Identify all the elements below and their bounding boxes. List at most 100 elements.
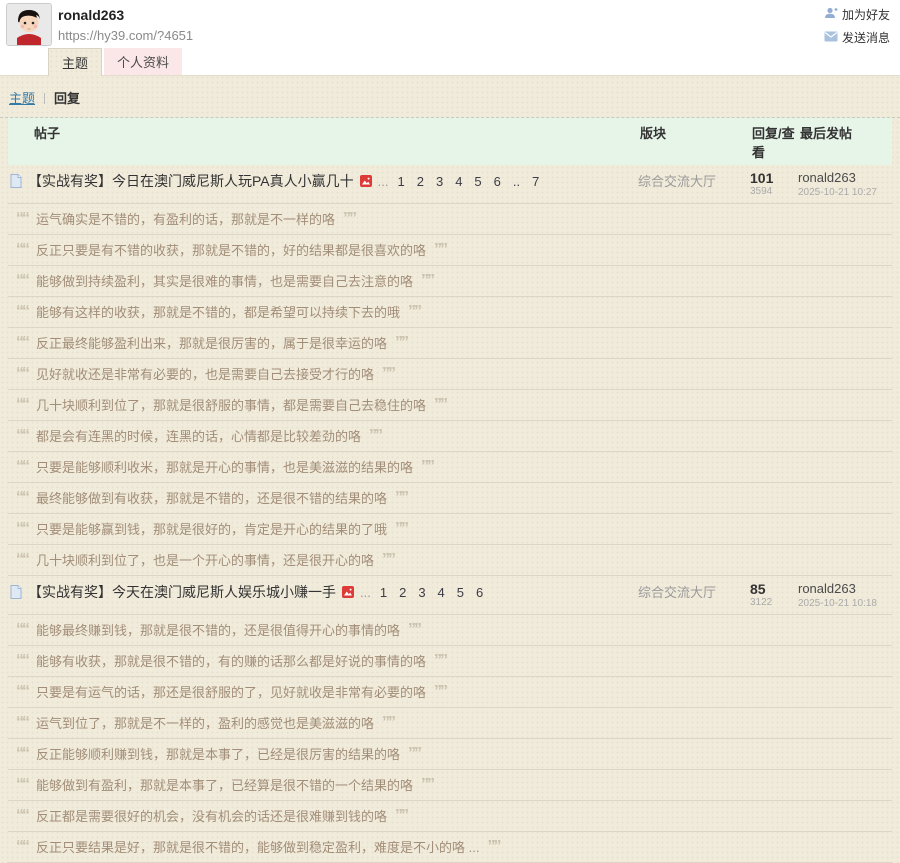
views-count: 3122: [750, 597, 798, 608]
reply-quote-line: ““只要是能够赢到钱，那就是很好的，肯定是开心的结果的了哦””: [10, 519, 892, 538]
user-profile-page: ronald263 https://hy39.com/?4651 加为好友 发送…: [0, 0, 900, 863]
reply-quote-row: ““几十块顺利到位了，那就是很舒服的事情，都是需要自己去稳住的咯””: [8, 390, 892, 421]
page-link[interactable]: 6: [494, 174, 501, 189]
reply-quote-cell: ““运气到位了，那就是不一样的，盈利的感觉也是美滋滋的咯””: [8, 708, 892, 739]
subnav-separator: [44, 93, 45, 104]
page-link[interactable]: 1: [380, 585, 387, 600]
reply-quote-row: ““能够做到有盈利，那就是本事了，已经算是很不错的一个结果的咯””: [8, 770, 892, 801]
reply-quote-text[interactable]: 见好就收还是非常有必要的，也是需要自己去接受才行的咯: [36, 364, 374, 383]
reply-quote-line: ““反正只要是有不错的收获，那就是不错的，好的结果都是很喜欢的咯””: [10, 240, 892, 259]
forum-link[interactable]: 综合交流大厅: [638, 585, 716, 600]
quote-close-mark: ””: [421, 780, 433, 790]
reply-quote-text[interactable]: 反正最终能够盈利出来，那就是很厉害的，属于是很幸运的咯: [36, 333, 387, 352]
quote-close-mark: ””: [434, 245, 446, 255]
page-link[interactable]: 2: [399, 585, 406, 600]
quote-open-mark: ““: [16, 369, 28, 379]
page-link[interactable]: 7: [532, 174, 539, 189]
reply-quote-line: ““反正最终能够盈利出来，那就是很厉害的，属于是很幸运的咯””: [10, 333, 892, 352]
thread-title-line: 【实战有奖】今日在澳门威尼斯人玩PA真人小赢几十...123456..7: [8, 171, 638, 191]
reply-quote-line: ““只要是有运气的话，那还是很舒服的了，见好就收是非常有必要的咯””: [10, 682, 892, 701]
reply-quote-line: ““ 反正都是需要很好的机会，没有机会的话还是很难赚到钱的咯 ””: [10, 806, 892, 825]
quote-open-mark: ““: [16, 625, 28, 635]
reply-quote-text[interactable]: 反正都是需要很好的机会，没有机会的话还是很难赚到钱的咯: [36, 806, 387, 825]
quote-close-mark: ””: [408, 625, 420, 635]
reply-quote-text[interactable]: 几十块顺利到位了，那就是很舒服的事情，都是需要自己去稳住的咯: [36, 395, 426, 414]
reply-quote-cell: ““几十块顺利到位了，也是一个开心的事情，还是很开心的咯””: [8, 545, 892, 576]
reply-quote-text[interactable]: 运气确实是不错的，有盈利的话，那就是不一样的咯: [36, 209, 335, 228]
reply-quote-text[interactable]: 反正能够顺利赚到钱，那就是本事了，已经是很厉害的结果的咯: [36, 744, 400, 763]
reply-quote-line: ““只要是能够顺利收米，那就是开心的事情，也是美滋滋的结果的咯””: [10, 457, 892, 476]
reply-quote-row: ““都是会有连黑的时候，连黑的话，心情都是比较差劲的咯””: [8, 421, 892, 452]
views-count: 3594: [750, 186, 798, 197]
reply-quote-line: ““几十块顺利到位了，那就是很舒服的事情，都是需要自己去稳住的咯””: [10, 395, 892, 414]
thread-title-line: 【实战有奖】今天在澳门威尼斯人娱乐城小赚一手...123456: [8, 582, 638, 602]
profile-tabs: 主题 个人资料: [48, 48, 182, 76]
reply-quote-text[interactable]: 能够做到有盈利，那就是本事了，已经算是很不错的一个结果的咯: [36, 775, 413, 794]
quote-open-mark: ““: [16, 276, 28, 286]
tab-topics[interactable]: 主题: [48, 48, 102, 76]
reply-quote-row: ““运气确实是不错的，有盈利的话，那就是不一样的咯””: [8, 204, 892, 235]
reply-quote-text[interactable]: 能够有这样的收获，那就是不错的，都是希望可以持续下去的哦: [36, 302, 400, 321]
page-link[interactable]: 3: [418, 585, 425, 600]
quote-close-mark: ””: [395, 811, 407, 821]
quote-open-mark: ““: [16, 656, 28, 666]
subnav-topics-link[interactable]: 主题: [9, 91, 35, 106]
reply-quote-line: ““ 能够最终赚到钱，那就是很不错的，还是很值得开心的事情的咯 ””: [10, 620, 892, 639]
last-poster-name[interactable]: ronald263: [798, 171, 892, 185]
last-post-cell: ronald2632025-10-21 10:27: [798, 165, 892, 204]
page-link[interactable]: 2: [417, 174, 424, 189]
thread-title-link[interactable]: 【实战有奖】今日在澳门威尼斯人玩PA真人小赢几十: [28, 171, 354, 191]
forum-link[interactable]: 综合交流大厅: [638, 174, 716, 189]
page-link[interactable]: 5: [457, 585, 464, 600]
page-link[interactable]: 1: [397, 174, 404, 189]
col-header-post: 帖子: [8, 118, 638, 165]
quote-close-mark: ””: [395, 338, 407, 348]
reply-quote-text[interactable]: 只要是有运气的话，那还是很舒服的了，见好就收是非常有必要的咯: [36, 682, 426, 701]
thread-title-cell: 【实战有奖】今天在澳门威尼斯人娱乐城小赚一手...123456: [8, 576, 638, 615]
thread-list: 【实战有奖】今日在澳门威尼斯人玩PA真人小赢几十...123456..7综合交流…: [8, 165, 892, 863]
reply-quote-text[interactable]: 反正只要是有不错的收获，那就是不错的，好的结果都是很喜欢的咯: [36, 240, 426, 259]
reply-quote-row: ““反正最终能够盈利出来，那就是很厉害的，属于是很幸运的咯””: [8, 328, 892, 359]
reply-quote-text[interactable]: 最终能够做到有收获，那就是不错的，还是很不错的结果的咯: [36, 488, 387, 507]
reply-quote-text[interactable]: 能够有收获，那就是很不错的，有的赚的话那么都是好说的事情的咯: [36, 651, 426, 670]
quote-open-mark: ““: [16, 687, 28, 697]
reply-quote-text[interactable]: 只要是能够赢到钱，那就是很好的，肯定是开心的结果的了哦: [36, 519, 387, 538]
replies-count: 101: [750, 171, 798, 185]
quote-close-mark: ””: [369, 431, 381, 441]
subnav-replies-link[interactable]: 回复: [54, 91, 80, 106]
reply-quote-cell: ““能够做到有盈利，那就是本事了，已经算是很不错的一个结果的咯””: [8, 770, 892, 801]
reply-quote-row: ““能够有这样的收获，那就是不错的，都是希望可以持续下去的哦””: [8, 297, 892, 328]
page-link[interactable]: 5: [474, 174, 481, 189]
reply-quote-cell: ““能够做到持续盈利，其实是很难的事情，也是需要自己去注意的咯””: [8, 266, 892, 297]
quote-open-mark: ““: [16, 811, 28, 821]
quote-close-mark: ””: [382, 718, 394, 728]
reply-quote-text[interactable]: 运气到位了，那就是不一样的，盈利的感觉也是美滋滋的咯: [36, 713, 374, 732]
user-info: ronald263 https://hy39.com/?4651: [58, 7, 193, 43]
reply-quote-text[interactable]: 只要是能够顺利收米，那就是开心的事情，也是美滋滋的结果的咯: [36, 457, 413, 476]
reply-quote-row: ““几十块顺利到位了，也是一个开心的事情，还是很开心的咯””: [8, 545, 892, 576]
reply-quote-text[interactable]: 能够最终赚到钱，那就是很不错的，还是很值得开心的事情的咯: [36, 620, 400, 639]
reply-quote-text[interactable]: 都是会有连黑的时候，连黑的话，心情都是比较差劲的咯: [36, 426, 361, 445]
reply-quote-row: ““ 见好就收还是非常有必要的，也是需要自己去接受才行的咯 ””: [8, 359, 892, 390]
thread-title-cell: 【实战有奖】今日在澳门威尼斯人玩PA真人小赢几十...123456..7: [8, 165, 638, 204]
reply-quote-text[interactable]: 能够做到持续盈利，其实是很难的事情，也是需要自己去注意的咯: [36, 271, 413, 290]
page-link[interactable]: ..: [513, 174, 520, 189]
page-link[interactable]: 4: [455, 174, 462, 189]
reply-quote-row: ““反正能够顺利赚到钱，那就是本事了，已经是很厉害的结果的咯””: [8, 739, 892, 770]
reply-quote-text[interactable]: 反正只要结果是好，那就是很不错的，能够做到稳定盈利，难度是不小的咯 ...: [36, 837, 479, 856]
send-message-button[interactable]: 发送消息: [824, 29, 890, 46]
reply-quote-cell: ““只要是有运气的话，那还是很舒服的了，见好就收是非常有必要的咯””: [8, 677, 892, 708]
document-icon: [10, 585, 22, 599]
thread-title-link[interactable]: 【实战有奖】今天在澳门威尼斯人娱乐城小赚一手: [28, 582, 336, 602]
add-friend-button[interactable]: 加为好友: [824, 6, 890, 23]
last-poster-name[interactable]: ronald263: [798, 582, 892, 596]
page-link[interactable]: 6: [476, 585, 483, 600]
page-link[interactable]: 4: [438, 585, 445, 600]
tab-profile[interactable]: 个人资料: [104, 48, 182, 76]
forum-cell: 综合交流大厅: [638, 576, 750, 615]
quote-close-mark: ””: [382, 369, 394, 379]
page-link[interactable]: 3: [436, 174, 443, 189]
quote-open-mark: ““: [16, 307, 28, 317]
quote-close-mark: ””: [382, 555, 394, 565]
reply-quote-text[interactable]: 几十块顺利到位了，也是一个开心的事情，还是很开心的咯: [36, 550, 374, 569]
